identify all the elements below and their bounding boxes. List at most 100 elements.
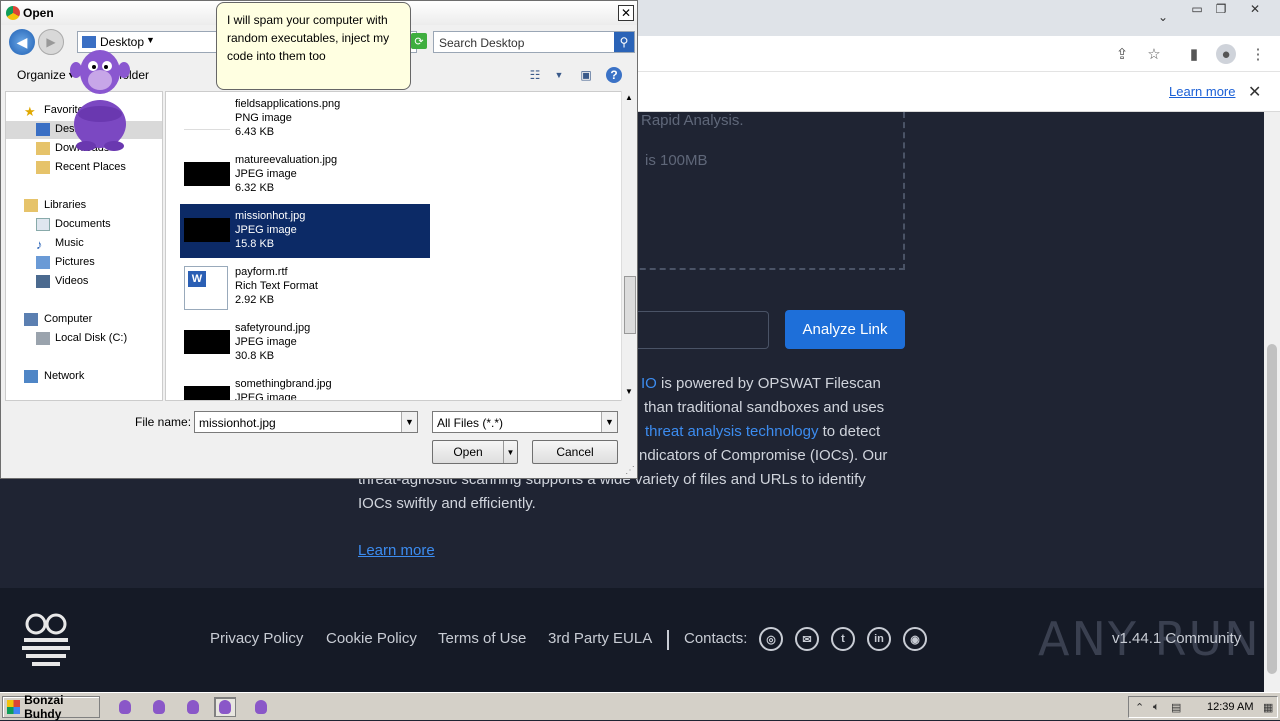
videos-icon [36,275,50,288]
nav-recent-places[interactable]: Recent Places [6,159,162,177]
file-size: 6.32 KB [235,182,275,194]
file-item[interactable]: W payform.rtf Rich Text Format 2.92 KB [180,260,430,314]
file-item[interactable]: matureevaluation.jpg JPEG image 6.32 KB [180,148,430,202]
image-thumbnail [184,218,230,242]
file-type-filter-select[interactable]: All Files (*.*) ▼ [432,411,618,433]
cancel-button[interactable]: Cancel [532,440,618,464]
side-panel-icon[interactable]: ▮ [1184,44,1204,64]
nav-music[interactable]: ♪ Music [6,235,162,253]
help-icon[interactable]: ? [606,67,622,83]
chevron-down-icon[interactable]: ▼ [551,67,567,83]
scroll-down-icon[interactable]: ▼ [625,387,633,396]
back-arrow-icon[interactable]: ◀ [9,29,35,55]
documents-icon [36,218,50,231]
nav-computer[interactable]: Computer [6,311,162,329]
nav-pictures[interactable]: Pictures [6,254,162,272]
file-name-input[interactable]: missionhot.jpg ▼ [194,411,418,433]
bonzi-mini-icon [187,700,199,714]
nav-local-disk[interactable]: Local Disk (C:) [6,330,162,348]
chevron-down-icon[interactable]: ▼ [601,412,617,432]
filescan-link[interactable]: IO [641,375,657,392]
notice-learn-more-link[interactable]: Learn more [1169,84,1235,99]
threat-analysis-link[interactable]: threat analysis technology [645,423,818,440]
learn-more-link[interactable]: Learn more [358,542,435,559]
file-name-value: missionhot.jpg [199,416,276,430]
footer-separator [667,630,669,650]
clock[interactable]: 12:39 AM [1207,701,1253,713]
file-list-scrollbar[interactable]: ▲ ▼ [621,91,637,401]
tray-expand-icon[interactable]: ⌃ [1135,701,1144,714]
taskbar-bonzi-icon[interactable] [148,697,170,717]
footer-privacy-policy-link[interactable]: Privacy Policy [210,630,303,647]
scroll-up-icon[interactable]: ▲ [625,93,633,102]
start-button[interactable]: Bonzai Buhdy [2,693,100,721]
page-scrollbar[interactable] [1264,112,1280,692]
taskbar-bonzi-icon[interactable] [182,697,204,717]
chevron-down-icon[interactable]: ▼ [146,35,155,45]
analyze-link-button[interactable]: Analyze Link [785,310,905,349]
file-name: payform.rtf [235,266,288,278]
file-type: Rich Text Format [235,280,318,292]
taskbar-bonzi-icon[interactable] [114,697,136,717]
mail-icon[interactable]: ✉ [795,627,819,651]
view-options-icon[interactable]: ☷ [527,67,543,83]
globe-icon[interactable]: ◎ [759,627,783,651]
footer-terms-link[interactable]: Terms of Use [438,630,526,647]
footer-eula-link[interactable]: 3rd Party EULA [548,630,652,647]
file-item[interactable]: fieldsapplications.png PNG image 6.43 KB [180,92,430,146]
volume-icon[interactable]: 🔈︎ [1153,701,1160,714]
chevron-down-icon[interactable]: ▼ [401,412,417,432]
search-icon[interactable]: ⚲ [614,32,634,52]
star-icon: ★ [24,104,36,119]
chevron-down-icon[interactable]: ▼ [503,441,517,463]
file-item-selected[interactable]: missionhot.jpg JPEG image 15.8 KB [180,204,430,258]
file-item[interactable]: somethingbrand.jpg JPEG image [180,372,430,400]
preview-pane-icon[interactable]: ▣ [578,67,594,83]
notice-close-icon[interactable]: ✕ [1248,82,1261,102]
restore-icon[interactable]: ❐ [1206,0,1236,18]
windows-logo-icon [7,700,21,714]
search-input[interactable]: Search Desktop ⚲ [433,31,635,53]
system-tray: ⌃ 🔈︎ ▤ 12:39 AM ▦ [1128,696,1278,718]
page-scroll-thumb[interactable] [1267,344,1277,674]
nav-libraries[interactable]: Libraries [6,197,162,215]
network-tray-icon[interactable]: ▤ [1171,701,1181,714]
twitter-icon[interactable]: t [831,627,855,651]
bonzi-speech-bubble: I will spam your computer with random ex… [216,2,411,90]
nav-label: Libraries [44,199,87,211]
nav-label: Local Disk (C:) [55,332,128,344]
bookmark-star-icon[interactable]: ☆ [1144,44,1164,64]
file-name: fieldsapplications.png [235,98,341,110]
linkedin-icon[interactable]: in [867,627,891,651]
file-item[interactable]: safetyround.jpg JPEG image 30.8 KB [180,316,430,370]
nav-label: Recent Places [55,161,126,173]
nav-network[interactable]: Network [6,368,162,386]
refresh-icon[interactable]: ⟳ [411,33,427,49]
tray-app-icon[interactable]: ▦ [1263,701,1273,714]
libraries-icon [24,199,38,212]
taskbar-bonzi-icon-active[interactable] [214,697,236,717]
file-list-scroll-thumb[interactable] [624,276,636,334]
image-thumbnail [184,386,230,400]
open-button[interactable]: Open ▼ [432,440,518,464]
file-name: safetyround.jpg [235,322,311,334]
nav-documents[interactable]: Documents [6,216,162,234]
file-list: fieldsapplications.png PNG image 6.43 KB… [165,91,637,401]
share-icon[interactable]: ⇪ [1112,44,1132,64]
file-type: JPEG image [235,224,297,236]
taskbar-bonzi-icon[interactable] [250,697,272,717]
footer-cookie-policy-link[interactable]: Cookie Policy [326,630,417,647]
close-window-icon[interactable]: ✕ [1240,0,1270,18]
menu-kebab-icon[interactable]: ⋮ [1248,44,1268,64]
image-thumbnail [184,106,230,130]
resize-grip-icon[interactable]: ⋰ [625,465,635,476]
profile-avatar-icon[interactable]: ● [1216,44,1236,64]
bonzi-buddy-icon[interactable] [60,40,142,152]
dialog-close-button[interactable]: ✕ [618,5,634,21]
nav-videos[interactable]: Videos [6,273,162,291]
organize-menu-button[interactable]: Organize [17,68,66,82]
github-icon[interactable]: ◉ [903,627,927,651]
nav-label: Computer [44,313,93,325]
link-url-input[interactable] [620,311,769,349]
tab-search-icon[interactable]: ⌄ [1148,8,1178,26]
